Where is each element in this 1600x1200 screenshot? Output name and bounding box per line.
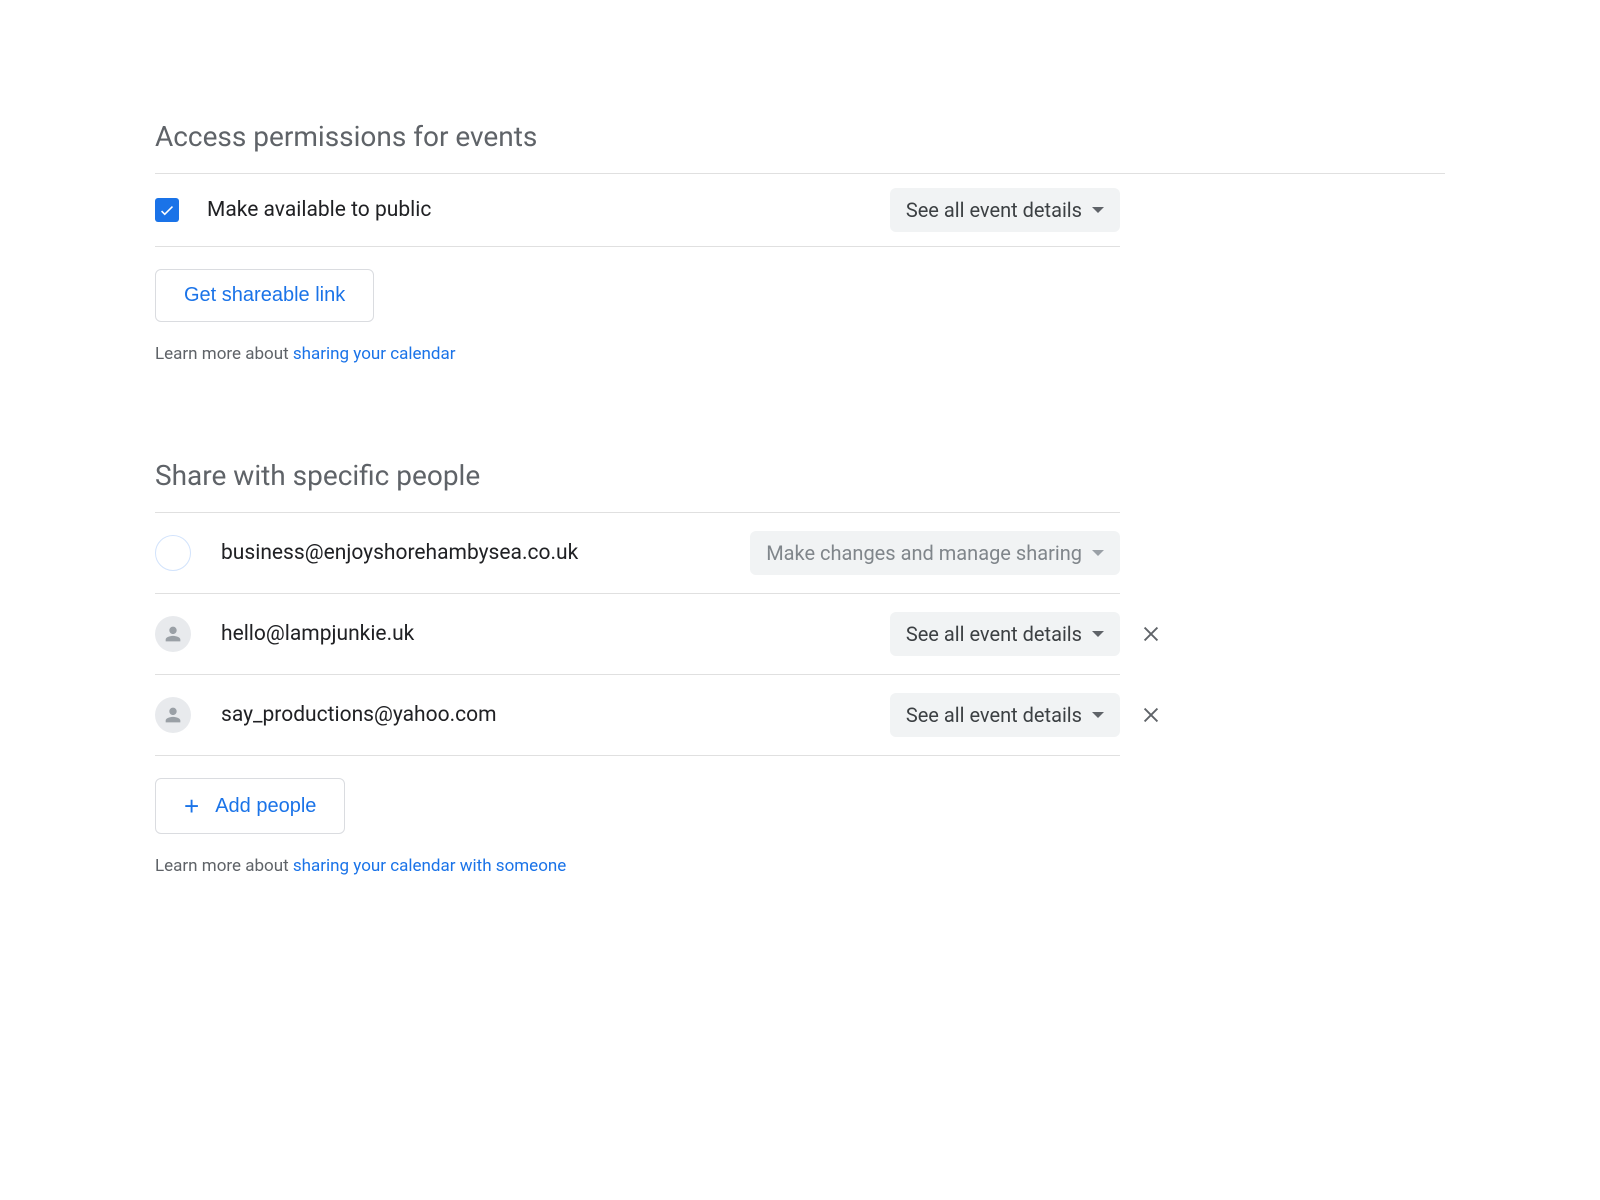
chevron-down-icon [1092,631,1104,637]
person-permission-value: Make changes and manage sharing [766,541,1082,565]
chevron-down-icon [1092,207,1104,213]
person-icon [162,623,184,645]
close-icon [1140,623,1162,645]
sharing-calendar-with-someone-link[interactable]: sharing your calendar with someone [293,856,566,876]
person-permission-value: See all event details [906,703,1082,727]
chevron-down-icon [1092,712,1104,718]
person-email: hello@lampjunkie.uk [221,622,890,646]
person-permission-dropdown[interactable]: See all event details [890,612,1120,656]
public-permission-dropdown[interactable]: See all event details [890,188,1120,232]
person-email: business@enjoyshorehambysea.co.uk [221,541,750,565]
person-icon [162,704,184,726]
check-icon [158,201,176,219]
person-permission-dropdown: Make changes and manage sharing [750,531,1120,575]
divider [155,246,1120,247]
access-permissions-title: Access permissions for events [155,120,1445,153]
remove-person-button[interactable] [1137,701,1165,729]
people-row: business@enjoyshorehambysea.co.uk Make ch… [155,513,1120,594]
person-email: say_productions@yahoo.com [221,703,890,727]
get-shareable-link-label: Get shareable link [184,284,345,307]
remove-person-button[interactable] [1137,620,1165,648]
public-permission-value: See all event details [906,198,1082,222]
add-people-button[interactable]: + Add people [155,778,345,834]
avatar [155,697,191,733]
share-specific-people-title: Share with specific people [155,459,1445,492]
person-permission-dropdown[interactable]: See all event details [890,693,1120,737]
close-icon [1140,704,1162,726]
avatar [155,535,191,571]
people-row: hello@lampjunkie.uk See all event details [155,594,1120,675]
make-public-checkbox[interactable] [155,198,179,222]
help-prefix: Learn more about [155,856,293,876]
people-list: business@enjoyshorehambysea.co.uk Make ch… [155,513,1445,756]
avatar [155,616,191,652]
people-row: say_productions@yahoo.com See all event d… [155,675,1120,756]
make-public-label: Make available to public [207,198,890,222]
person-permission-value: See all event details [906,622,1082,646]
add-people-label: Add people [215,795,316,818]
make-public-row: Make available to public See all event d… [155,174,1120,246]
plus-icon: + [184,793,199,819]
help-prefix: Learn more about [155,344,293,364]
access-help-text: Learn more about sharing your calendar [155,344,1445,364]
share-help-text: Learn more about sharing your calendar w… [155,856,1445,876]
get-shareable-link-button[interactable]: Get shareable link [155,269,374,322]
sharing-calendar-link[interactable]: sharing your calendar [293,344,456,364]
chevron-down-icon [1092,550,1104,556]
